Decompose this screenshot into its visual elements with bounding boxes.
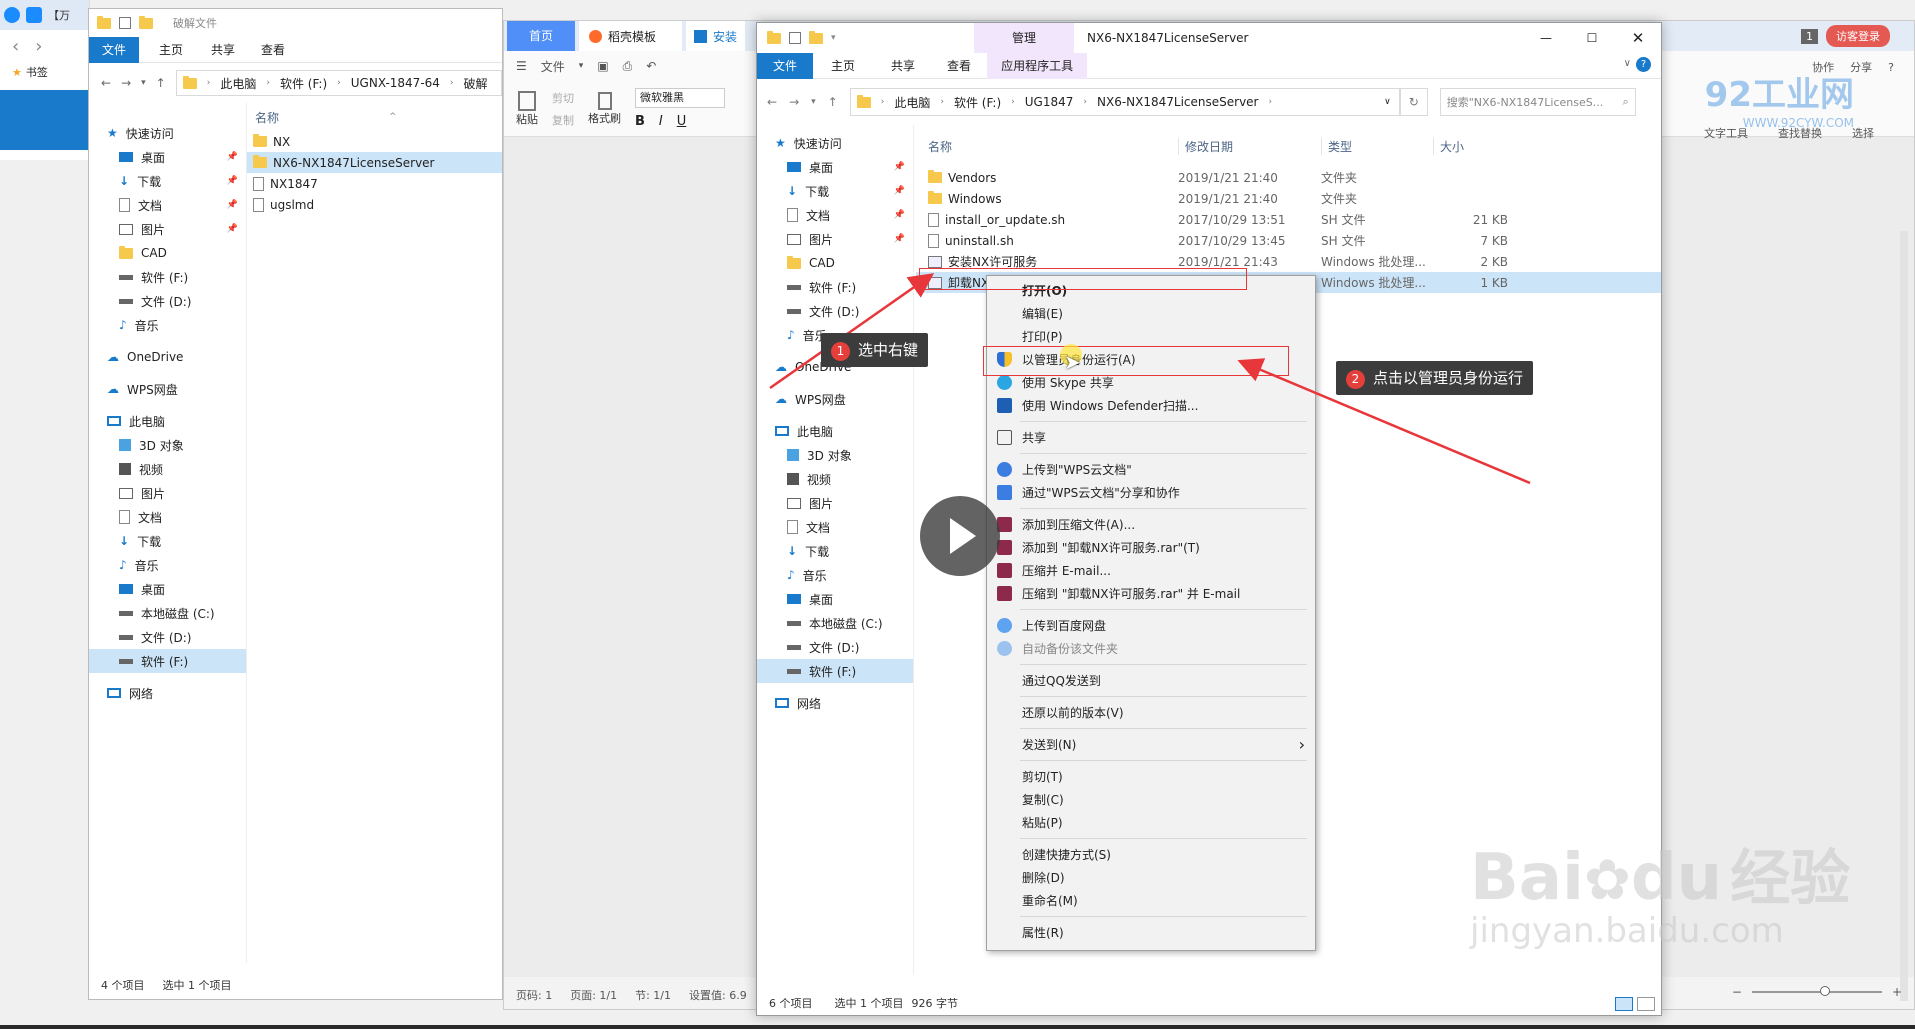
- watermark-brand-cn: 经验: [1730, 844, 1851, 914]
- pointer-icon: ➤: [1064, 350, 1081, 374]
- watermark-url: jingyan.baidu.com: [1470, 911, 1784, 951]
- play-icon: [950, 518, 976, 554]
- step2-badge: 2: [1346, 369, 1365, 389]
- play-button[interactable]: [920, 496, 1000, 576]
- watermark-paw-icon: ✿: [1583, 848, 1631, 913]
- bottom-bar: [0, 1025, 1915, 1029]
- step1-badge: 1: [831, 341, 850, 361]
- baidu-watermark: Bai✿du 经验 jingyan.baidu.com: [1470, 830, 1850, 951]
- step1-text: 选中右键: [858, 341, 919, 359]
- watermark-brand-du: du: [1630, 841, 1723, 915]
- watermark-brand-latin: Bai: [1470, 841, 1584, 915]
- arrow-to-file: [769, 273, 935, 390]
- step2-text: 点击以管理员身份运行: [1373, 369, 1524, 387]
- callout-step1: 1 选中右键: [821, 333, 929, 367]
- callout-step2: 2 点击以管理员身份运行: [1336, 361, 1534, 395]
